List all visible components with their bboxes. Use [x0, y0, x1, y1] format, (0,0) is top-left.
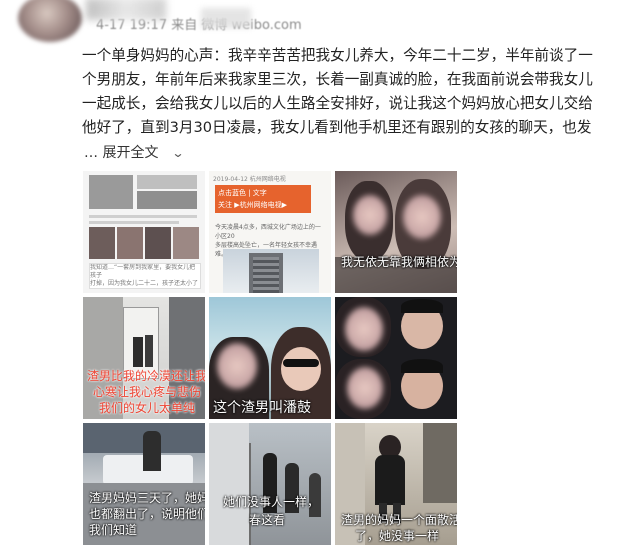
- blurred-username: [86, 0, 166, 20]
- image-7-caption: 也都翻出了，说明他们家的: [89, 507, 205, 521]
- post-image-2[interactable]: 2019-04-12 杭州网络电视 点击蓝色 | 文字 关注 ▶杭州网络电视▶ …: [209, 171, 331, 293]
- image-9-caption: 渣男的妈妈一个面散活般没: [341, 513, 457, 527]
- post-image-5[interactable]: 这个渣男叫潘鼓: [209, 297, 331, 419]
- post-text-line: 个男朋友，年前年后来我家里三次，长着一副真诚的脸，在我面前说会带我女儿: [82, 71, 593, 88]
- image-2-body: 今天凌晨4点多，西城文化广场边上的一小区20: [215, 224, 321, 240]
- ellipsis: …: [84, 145, 98, 161]
- expand-label: 展开全文: [102, 145, 159, 161]
- image-2-header: 2019-04-12 杭州网络电视: [213, 176, 286, 183]
- chevron-down-icon: ⌄: [171, 146, 185, 160]
- image-1-caption: 打掉，因为我女儿二十二，孩子还太小了: [90, 280, 199, 287]
- image-2-tag: 点击蓝色 | 文字: [218, 189, 267, 197]
- expand-full-text-link[interactable]: … 展开全文 ⌄: [84, 142, 185, 162]
- post-timestamp: 4-17 19:17 来自 微博 weibo.com: [96, 18, 302, 33]
- image-7-caption: 我们知道: [89, 523, 138, 537]
- image-8-caption: 她们没事人一样，: [223, 495, 320, 509]
- image-8-caption: 春这看: [249, 513, 286, 527]
- post-image-1[interactable]: 我知道…“一套房到我家里，要我女儿把孩子 打掉，因为我女儿二十二，孩子还太小了: [83, 171, 205, 293]
- image-4-caption: 心寒让我心疼与悲伤: [93, 385, 202, 399]
- post-image-3[interactable]: 我无依无靠， 我俩相依为命: [335, 171, 457, 293]
- post-text-line: 一起成长，会给我女儿以后的人生路全安排好，说让我这个妈妈放心把女儿交给: [82, 95, 593, 112]
- post-text-line: 他好了，直到3月30日凌晨，我女儿看到他手机里还有跟别的女孩的聊天，也发: [82, 119, 592, 136]
- post-image-7[interactable]: 渣男妈妈三天了，她妈妈 也都翻出了，说明他们家的 我们知道: [83, 423, 205, 545]
- image-5-caption: 这个渣男叫潘鼓: [213, 400, 311, 416]
- image-4-caption: 我们的女儿太单纯: [99, 401, 196, 415]
- image-7-caption: 渣男妈妈三天了，她妈妈: [89, 491, 205, 505]
- post-text: 一个单身妈妈的心声：我辛辛苦苦把我女儿养大，今年二十二岁，半年前谈了一 个男朋友…: [82, 44, 618, 140]
- post-text-line: 一个单身妈妈的心声：我辛辛苦苦把我女儿养大，今年二十二岁，半年前谈了一: [82, 47, 593, 64]
- post-image-8[interactable]: 她们没事人一样， 春这看: [209, 423, 331, 545]
- post-image-4[interactable]: 渣男比我的冷漠还让我们 心寒让我心疼与悲伤 我们的女儿太单纯: [83, 297, 205, 419]
- avatar[interactable]: [18, 0, 82, 42]
- post-image-9[interactable]: 渣男的妈妈一个面散活般没 了，她没事一样: [335, 423, 457, 545]
- image-9-caption: 了，她没事一样: [355, 529, 440, 543]
- blurred-source: [201, 8, 251, 28]
- image-1-caption: 我知道…“一套房到我家里，要我女儿把孩子: [90, 264, 196, 279]
- image-2-tag2: 关注 ▶杭州网络电视▶: [218, 201, 287, 209]
- image-3-caption: 我俩相依为命: [401, 255, 457, 269]
- post-meta: 4-17 19:17 来自 微博 weibo.com: [86, 0, 302, 34]
- image-4-caption: 渣男比我的冷漠还让我们: [87, 369, 205, 383]
- post-image-6[interactable]: [335, 297, 457, 419]
